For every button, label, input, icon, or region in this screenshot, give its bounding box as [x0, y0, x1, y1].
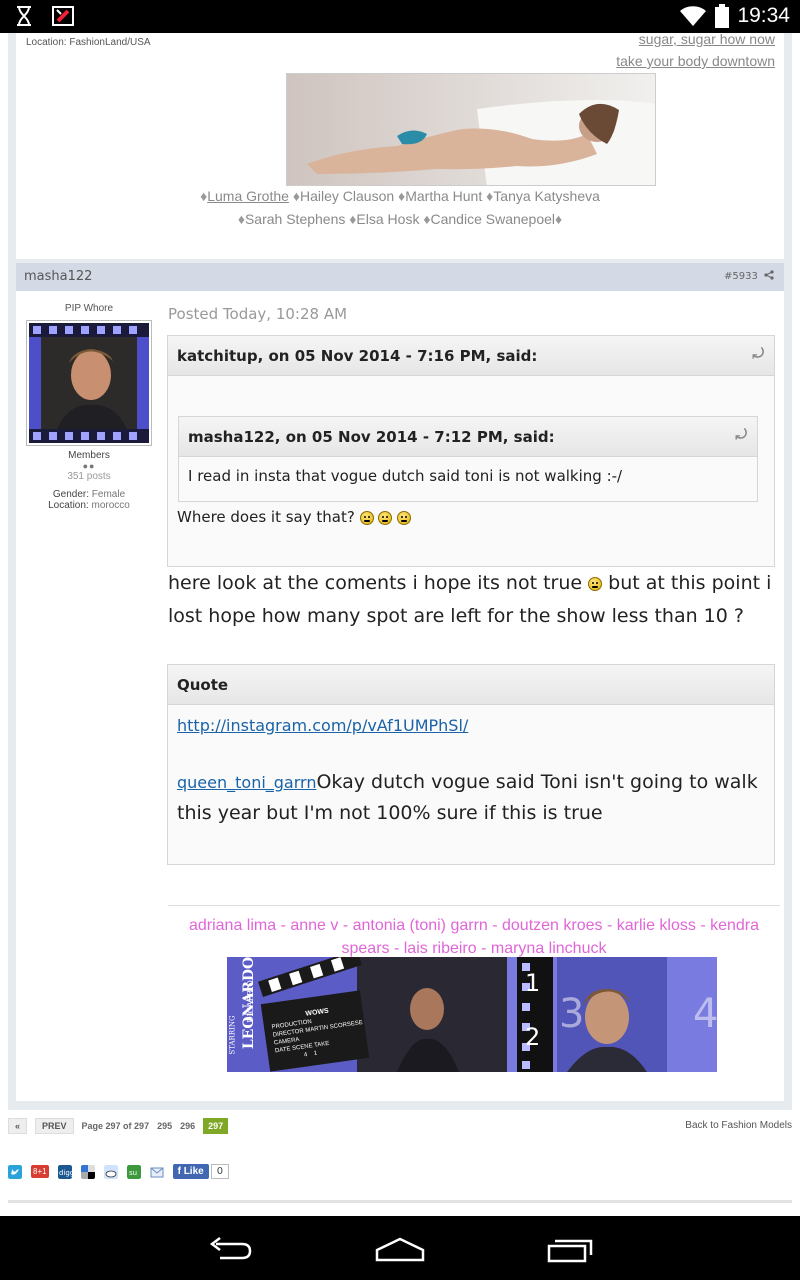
- post-body: PIP Whore Members ●● 351 posts Gender: F…: [16, 291, 784, 1101]
- email-icon[interactable]: [150, 1165, 164, 1179]
- forum-page: Location: FashionLand/USA sugar, sugar h…: [0, 33, 800, 1216]
- signature-link[interactable]: take your body downtown: [616, 53, 775, 69]
- reddit-icon[interactable]: [103, 1164, 118, 1179]
- author-info: PIP Whore Members ●● 351 posts Gender: F…: [16, 291, 162, 511]
- quote-block: katchitup, on 05 Nov 2014 - 7:16 PM, sai…: [167, 335, 775, 567]
- back-icon[interactable]: [206, 1236, 254, 1264]
- page-info: Page 297 of 297: [81, 1121, 150, 1131]
- twitter-icon[interactable]: [8, 1164, 22, 1179]
- instagram-link[interactable]: http://instagram.com/p/vAf1UMPhSl/: [177, 716, 468, 735]
- prev-page-button[interactable]: PREV: [35, 1118, 74, 1134]
- signature-banner-image: STARRING LEONARDO DICAPRIO WOWS PRODUCTI…: [227, 957, 717, 1072]
- quote-text: I read in insta that vogue dutch said to…: [188, 467, 623, 485]
- recent-apps-icon[interactable]: [546, 1236, 596, 1264]
- battery-icon: [715, 4, 730, 28]
- user-link[interactable]: queen_toni_garrn: [177, 773, 316, 792]
- pagination: « PREV Page 297 of 297 295 296 297: [8, 1118, 229, 1134]
- post-date: Posted Today, 10:28 AM: [168, 305, 348, 323]
- signature-banner-image: [286, 73, 656, 186]
- home-icon[interactable]: [374, 1236, 426, 1264]
- smiley-icon: [397, 510, 412, 525]
- smiley-icon: [359, 510, 374, 525]
- back-to-forum-link[interactable]: Back to Fashion Models: [685, 1120, 792, 1131]
- post-count: 351 posts: [67, 471, 111, 482]
- quote-text: Where does it say that?: [177, 508, 412, 526]
- signature-models-row: ♦Luma Grothe ♦Hailey Clauson ♦Martha Hun…: [200, 188, 600, 204]
- google-plus-icon[interactable]: 8+1: [31, 1165, 49, 1178]
- signature: adriana lima - anne v - antonia (toni) g…: [168, 905, 780, 960]
- quote-block: Quote http://instagram.com/p/vAf1UMPhSl/…: [167, 664, 775, 865]
- avatar[interactable]: [26, 320, 152, 446]
- gender-info: Gender: Female: [52, 489, 126, 500]
- first-page-button[interactable]: «: [8, 1118, 28, 1134]
- share-bar: 8+1 digg su f Like 0: [8, 1164, 230, 1179]
- facebook-like-button[interactable]: f Like: [172, 1164, 209, 1179]
- signature-models-row: ♦Sarah Stephens ♦Elsa Hosk ♦Candice Swan…: [237, 211, 563, 227]
- post-header: masha122 #5933: [16, 263, 784, 291]
- rank-pips: ●●: [82, 461, 96, 471]
- view-post-icon[interactable]: ⤾: [735, 427, 747, 443]
- nested-quote-block: masha122, on 05 Nov 2014 - 7:12 PM, said…: [178, 416, 758, 502]
- quote-header: katchitup, on 05 Nov 2014 - 7:16 PM, sai…: [168, 336, 774, 376]
- previous-post-location: Location: FashionLand/USA: [26, 37, 151, 48]
- member-group: Members: [68, 450, 110, 461]
- navigation-bar: [0, 1216, 800, 1280]
- page-link[interactable]: 296: [180, 1121, 195, 1131]
- user-title: PIP Whore: [64, 303, 114, 314]
- wifi-icon: [680, 6, 707, 26]
- post-message: here look at the coments i hope its not …: [168, 572, 772, 627]
- quote-header: Quote: [168, 665, 774, 705]
- worried-smiley-icon: [588, 576, 603, 591]
- current-page: 297: [203, 1118, 229, 1134]
- digg-icon[interactable]: digg: [57, 1164, 72, 1179]
- location-info: Location: morocco: [48, 500, 130, 511]
- model-link[interactable]: Luma Grothe: [207, 188, 289, 204]
- page-link[interactable]: 295: [157, 1121, 172, 1131]
- quote-text: queen_toni_garrnOkay dutch vogue said To…: [177, 771, 758, 824]
- divider: [8, 1200, 792, 1203]
- clock: 19:34: [737, 4, 790, 27]
- banner-title: STARRING LEONARDO DICAPRIO: [228, 957, 258, 1055]
- post-number-link[interactable]: #5933: [724, 270, 774, 282]
- view-post-icon[interactable]: ⤾: [752, 346, 764, 362]
- post-author[interactable]: masha122: [24, 269, 92, 284]
- signature-link[interactable]: sugar, sugar how now: [639, 33, 775, 47]
- quote-header: masha122, on 05 Nov 2014 - 7:12 PM, said…: [179, 417, 757, 457]
- delicious-icon[interactable]: [80, 1164, 95, 1179]
- status-bar: 19:34: [0, 0, 800, 33]
- smiley-icon: [378, 510, 393, 525]
- svg-text:digg: digg: [59, 1169, 72, 1177]
- svg-text:su: su: [129, 1169, 137, 1177]
- share-icon[interactable]: [764, 270, 774, 280]
- stumbleupon-icon[interactable]: su: [126, 1164, 141, 1179]
- like-count: 0: [210, 1164, 230, 1179]
- hourglass-icon: [17, 6, 31, 26]
- app-notification-icon: [52, 6, 74, 26]
